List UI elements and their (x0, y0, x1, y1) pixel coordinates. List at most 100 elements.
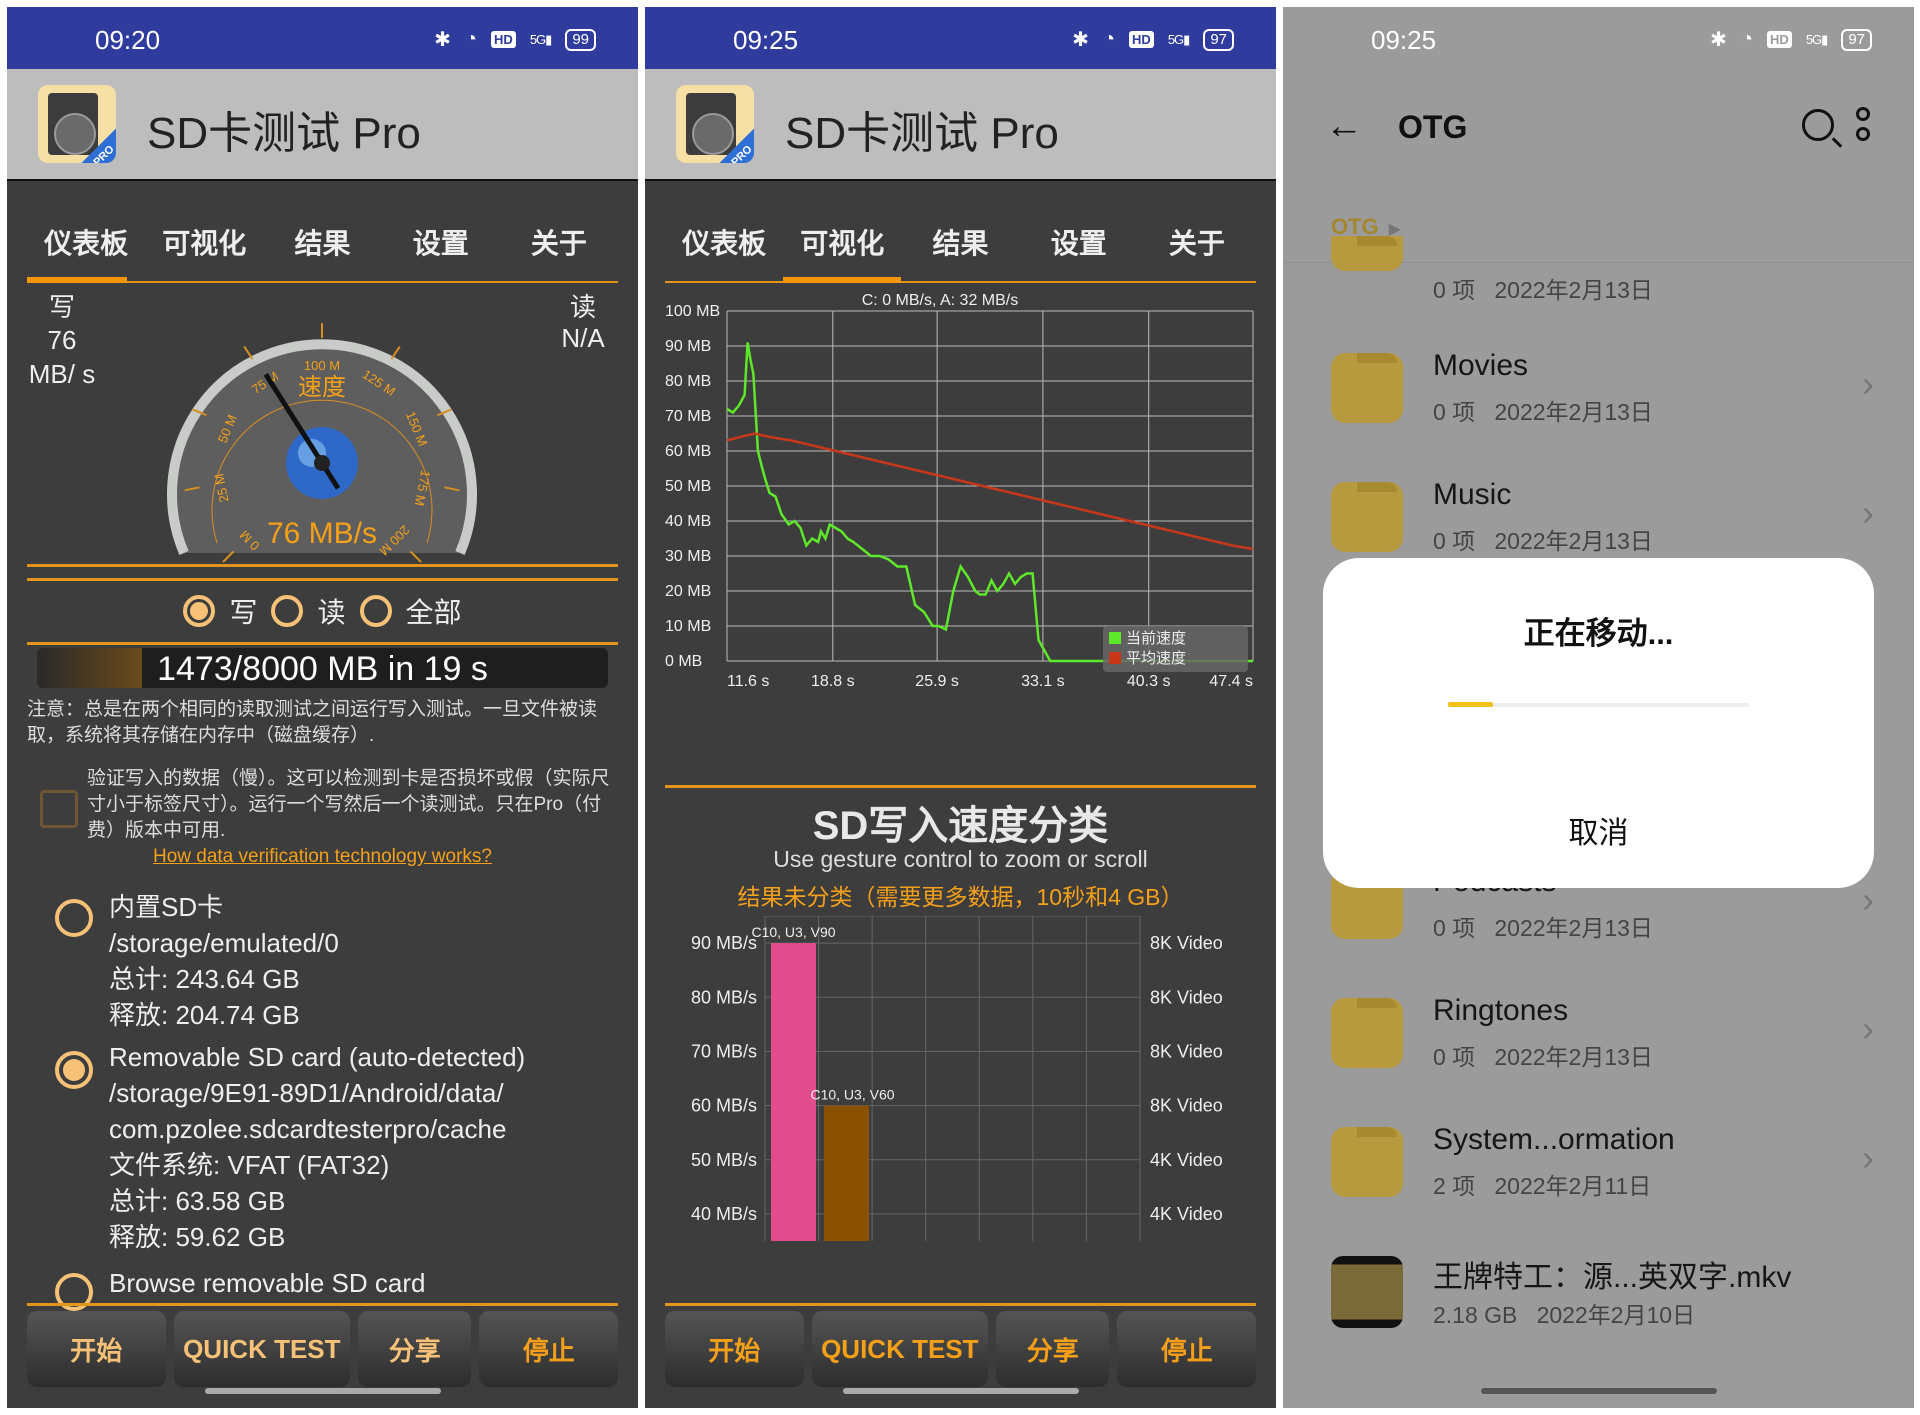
folder-icon (1331, 482, 1403, 552)
y-tick-label: 20 MB (665, 583, 711, 600)
move-progress-bar (1448, 702, 1749, 707)
signal-5g-icon: 5G▮ (529, 31, 552, 47)
y-right-tick-label: 8K Video (1150, 933, 1223, 953)
radio-all-label: 全部 (405, 597, 462, 628)
app-logo-icon: PRO (38, 85, 116, 163)
storage-radio-removable[interactable] (55, 1051, 93, 1089)
bar-label: C10, U3, V90 (751, 924, 835, 940)
y-tick-label: 60 MB (665, 443, 711, 460)
tab-dashboard[interactable]: 仪表板 (27, 221, 145, 273)
active-tab-indicator (27, 277, 127, 283)
tab-visualization[interactable]: 可视化 (145, 221, 263, 273)
list-item[interactable]: System...ormation 2 项 2022年2月11日 › (1283, 1097, 1914, 1225)
dialog-title: 正在移动... (1523, 616, 1674, 651)
item-meta: 2 项 2022年2月11日 (1433, 1173, 1652, 1199)
storage-option-browse[interactable]: Browse removable SD card (109, 1265, 628, 1301)
list-item[interactable]: 王牌特工：源...英双字.mkv 2.18 GB 2022年2月10日 (1283, 1226, 1914, 1354)
y-right-tick-label: 4K Video (1150, 1204, 1223, 1224)
list-item[interactable]: Ringtones 0 项 2022年2月13日 › (1283, 968, 1914, 1096)
folder-icon (1331, 353, 1403, 423)
moving-dialog: 正在移动... 取消 (1323, 558, 1874, 888)
item-name: Movies (1433, 349, 1529, 382)
tab-results[interactable]: 结果 (901, 221, 1019, 273)
y-right-tick-label: 8K Video (1150, 1096, 1223, 1116)
app-title: SD卡测试 Pro (147, 109, 421, 158)
radio-write-label: 写 (229, 597, 258, 628)
radio-write[interactable] (183, 595, 216, 627)
write-speed-value: 76 MB/ s (28, 325, 96, 389)
storage-option-removable[interactable]: Removable SD card (auto-detected) /stora… (109, 1039, 628, 1255)
share-button[interactable]: 分享 (358, 1311, 472, 1387)
bluetooth-icon: ✱ (434, 29, 451, 51)
item-meta: 0 项 2022年2月13日 (1433, 1044, 1653, 1070)
divider (27, 642, 618, 645)
verification-help-link[interactable]: How data verification technology works? (7, 846, 638, 868)
classification-title: SD写入速度分类 (812, 804, 1109, 848)
gauge-tick (243, 346, 254, 360)
item-meta: 0 项 2022年2月13日 (1433, 277, 1653, 303)
quick-test-button[interactable]: QUICK TEST (811, 1311, 988, 1387)
gauge-tick (390, 346, 401, 360)
radio-all[interactable] (359, 595, 392, 627)
storage-radio-internal[interactable] (55, 899, 93, 937)
speed-line-chart[interactable]: C: 0 MB/s, A: 32 MB/s 0 MB 10 MB 20 MB 30 MB… (665, 289, 1265, 709)
wifi-icon: ◔ (1102, 28, 1116, 50)
share-button[interactable]: 分享 (996, 1311, 1110, 1387)
tab-results[interactable]: 结果 (263, 221, 381, 273)
storage-name: 内置SD卡 (109, 892, 224, 922)
back-arrow-icon[interactable]: ← (1325, 105, 1363, 148)
y-tick-label: 100 MB (665, 303, 720, 320)
cancel-button[interactable]: 取消 (1323, 808, 1874, 852)
y-tick-label: 90 MB/s (691, 933, 757, 953)
tab-divider (665, 281, 1256, 283)
chevron-right-icon: › (1862, 879, 1874, 920)
search-icon[interactable] (1802, 109, 1834, 141)
storage-option-internal[interactable]: 内置SD卡 /storage/emulated/0 总计: 243.64 GB … (109, 889, 628, 1033)
tab-visualization[interactable]: 可视化 (783, 221, 901, 273)
test-mode-group: 写 读 全部 (7, 591, 638, 631)
x-tick-label: 47.4 s (1209, 673, 1253, 690)
classification-bar-chart[interactable]: 40 MB/s 4K Video 50 MB/s 4K Video 60 MB/s 8K … (665, 916, 1265, 1256)
app-logo-icon: PRO (676, 85, 754, 163)
hd-icon: HD (1767, 31, 1792, 48)
x-tick-label: 25.9 s (915, 673, 959, 690)
stop-button[interactable]: 停止 (479, 1311, 618, 1387)
tab-bar: 仪表板 可视化 结果 设置 关于 (665, 221, 1256, 273)
x-tick-label: 33.1 s (1021, 673, 1065, 690)
tab-about[interactable]: 关于 (1138, 221, 1256, 273)
y-tick-label: 0 MB (665, 653, 702, 670)
item-name: Music (1433, 478, 1512, 511)
item-name: 王牌特工：源...英双字.mkv (1433, 1261, 1792, 1294)
divider (665, 785, 1256, 788)
app-title: SD卡测试 Pro (785, 109, 1059, 158)
tab-settings[interactable]: 设置 (1020, 221, 1138, 273)
list-item[interactable]: 0 项 2022年2月13日 (1283, 201, 1914, 329)
chevron-right-icon: › (1862, 492, 1874, 533)
gesture-bar (842, 1388, 1079, 1394)
file-manager-screen: 09:25 ✱ ◔ HD 5G▮ 97 ← OTG OTG ▶ 0 项 2022年… (1283, 7, 1914, 1408)
start-button[interactable]: 开始 (27, 1311, 166, 1387)
tab-about[interactable]: 关于 (500, 221, 618, 273)
verify-checkbox[interactable] (40, 790, 78, 828)
storage-path: /storage/emulated/0 (109, 928, 339, 958)
stop-button[interactable]: 停止 (1117, 1311, 1256, 1387)
battery-icon: 97 (1203, 28, 1234, 51)
battery-icon: 97 (1841, 28, 1872, 51)
legend-swatch (1109, 632, 1121, 644)
radio-read[interactable] (271, 595, 304, 627)
list-item[interactable]: Movies 0 项 2022年2月13日 › (1283, 323, 1914, 451)
start-button[interactable]: 开始 (665, 1311, 804, 1387)
more-options-icon[interactable] (1856, 107, 1870, 141)
signal-5g-icon: 5G▮ (1805, 31, 1828, 47)
status-bar: 09:25 ✱ ◔ HD 5G▮ 97 (645, 7, 1276, 69)
action-buttons: 开始 QUICK TEST 分享 停止 (665, 1311, 1256, 1387)
quick-test-button[interactable]: QUICK TEST (173, 1311, 350, 1387)
y-tick-label: 80 MB (665, 373, 711, 390)
bar-label: C10, U3, V60 (810, 1087, 894, 1103)
y-tick-label: 70 MB/s (691, 1041, 757, 1061)
read-speed-value: N/A (561, 323, 605, 353)
storage-total: 总计: 243.64 GB (109, 964, 300, 994)
series-line-current (726, 342, 1253, 663)
tab-dashboard[interactable]: 仪表板 (665, 221, 783, 273)
tab-settings[interactable]: 设置 (382, 221, 500, 273)
